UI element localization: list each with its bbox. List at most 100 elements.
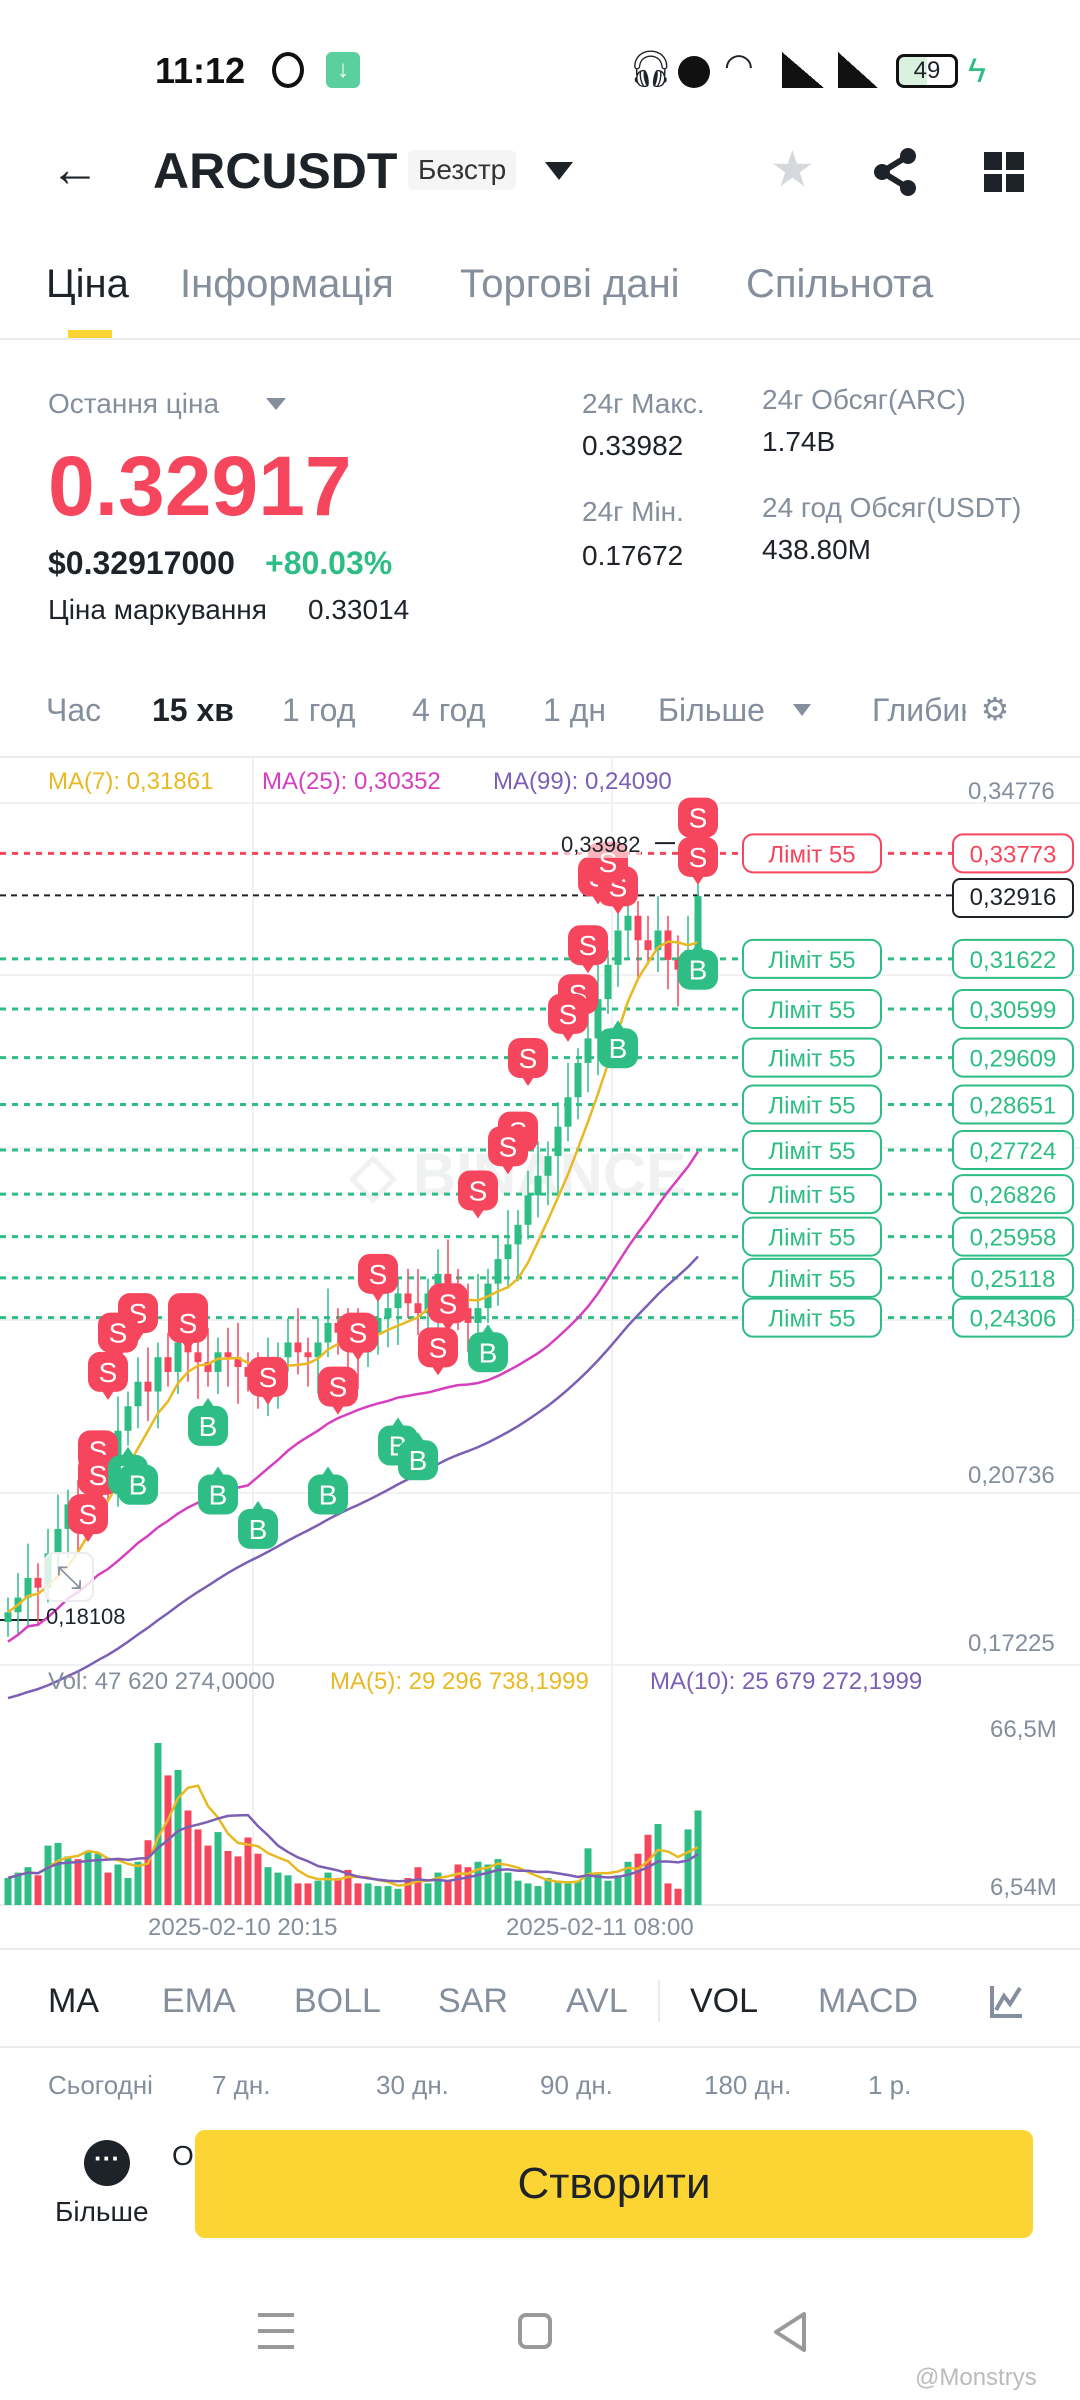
candle-body — [224, 1352, 232, 1358]
tab-trading-data[interactable]: Торгові дані — [460, 262, 680, 307]
favorite-star-icon[interactable]: ★ — [770, 140, 815, 198]
volume-ma10-legend: MA(10): 25 679 272,1999 — [650, 1668, 923, 1695]
divider — [0, 338, 1080, 340]
candlestick-chart[interactable]: ◇ BINANCEЛіміт 55 0,33773Ліміт 55 0,31622Л… — [0, 757, 1080, 1957]
marker-label: S — [439, 1288, 458, 1319]
range-90d[interactable]: 90 дн. — [540, 2070, 613, 2101]
volume-bar — [74, 1859, 82, 1905]
interval-1d[interactable]: 1 дн — [543, 692, 606, 729]
limit-order-tag: Ліміт 55 0,27724 — [742, 1130, 1074, 1171]
marker-label: B — [209, 1480, 228, 1511]
interval-1h[interactable]: 1 год — [282, 692, 355, 729]
interval-4h[interactable]: 4 год — [412, 692, 485, 729]
indicator-vol[interactable]: VOL — [690, 1982, 758, 2021]
fullscreen-icon[interactable]: ⤡ — [44, 1552, 94, 1602]
marker-label: S — [469, 1175, 488, 1206]
limit-order-label: Ліміт 55 — [768, 997, 855, 1024]
sell-marker: S — [678, 836, 718, 885]
create-button[interactable]: Створити — [195, 2130, 1033, 2238]
volume-ma5-line — [7, 1784, 699, 1887]
sell-marker: S — [508, 1038, 548, 1087]
chart-settings-icon[interactable]: ⚙ — [966, 690, 1024, 736]
nav-menu-icon[interactable] — [258, 2313, 294, 2349]
sell-marker: S — [458, 1170, 498, 1219]
volume-tick: 66,5M — [990, 1716, 1057, 1743]
limit-order-price: 0,25958 — [970, 1225, 1057, 1252]
marker-label: S — [109, 1318, 128, 1349]
volume-bar — [394, 1888, 402, 1905]
tab-info[interactable]: Інформація — [180, 262, 394, 307]
candle-body — [644, 940, 652, 951]
limit-order-tag: Ліміт 55 0,33773 — [742, 833, 1074, 874]
nav-back-icon[interactable] — [772, 2312, 808, 2352]
candle-body — [554, 1126, 562, 1157]
sell-marker: S — [568, 925, 608, 974]
tab-price[interactable]: Ціна — [46, 262, 129, 307]
indicator-ema[interactable]: EMA — [162, 1982, 236, 2021]
range-180d[interactable]: 180 дн. — [704, 2070, 791, 2101]
more-icon[interactable]: ··· — [84, 2140, 130, 2186]
limit-order-label: Ліміт 55 — [768, 1306, 855, 1333]
indicator-macd[interactable]: MACD — [818, 1982, 918, 2021]
limit-order-label: Ліміт 55 — [768, 1225, 855, 1252]
last-price-dropdown-icon[interactable] — [266, 398, 286, 410]
volume-bar — [324, 1872, 332, 1905]
interval-more-dropdown-icon[interactable] — [793, 704, 811, 716]
volume-bar — [54, 1842, 62, 1905]
interval-more[interactable]: Більше — [658, 692, 765, 729]
range-7d[interactable]: 7 дн. — [212, 2070, 270, 2101]
limit-order-label: Ліміт 55 — [768, 841, 855, 868]
volume-bar — [244, 1837, 252, 1905]
ma25-legend: MA(25): 0,30352 — [262, 768, 441, 795]
divider — [658, 1980, 660, 2022]
volume-bar — [254, 1853, 262, 1905]
volume-bar — [504, 1872, 512, 1905]
nav-home-icon[interactable] — [518, 2313, 552, 2349]
indicator-boll[interactable]: BOLL — [294, 1982, 381, 2021]
candle-body — [294, 1342, 302, 1353]
indicator-settings-icon[interactable] — [990, 1984, 1024, 2018]
interval-15m[interactable]: 15 хв — [152, 692, 234, 729]
sell-marker: S — [428, 1283, 468, 1332]
range-30d[interactable]: 30 дн. — [376, 2070, 449, 2101]
volume-bar — [204, 1845, 212, 1905]
marker-label: S — [79, 1499, 98, 1530]
limit-order-tag: Ліміт 55 0,26826 — [742, 1174, 1074, 1215]
indicator-sar[interactable]: SAR — [438, 1982, 508, 2021]
volume-bar — [264, 1867, 272, 1905]
range-1y[interactable]: 1 р. — [868, 2070, 911, 2101]
back-arrow-icon[interactable]: ← — [50, 140, 100, 198]
volume-bar — [224, 1851, 232, 1905]
candle-body — [524, 1195, 532, 1225]
sell-marker: S — [548, 993, 588, 1042]
volume-bar — [384, 1886, 392, 1905]
candle-body — [384, 1308, 392, 1318]
symbol-dropdown-icon[interactable] — [545, 162, 573, 180]
more-label[interactable]: Більше — [55, 2196, 149, 2228]
layout-grid-icon[interactable] — [984, 152, 1024, 192]
range-today[interactable]: Сьогодні — [48, 2070, 153, 2101]
volume-bar — [364, 1883, 372, 1905]
last-price-label[interactable]: Остання ціна — [48, 388, 219, 420]
marker-label: S — [429, 1332, 448, 1363]
marker-label: S — [689, 803, 708, 834]
volume-bar — [674, 1888, 682, 1905]
y-tick: 0,20736 — [968, 1462, 1055, 1489]
indicator-avl[interactable]: AVL — [566, 1982, 628, 2021]
wifi-icon: ◠ — [724, 47, 754, 85]
volume-bar — [194, 1829, 202, 1905]
sell-marker: S — [358, 1253, 398, 1302]
volume-bar — [414, 1867, 422, 1905]
indicator-ma[interactable]: MA — [48, 1982, 99, 2021]
tab-community[interactable]: Спільнота — [746, 262, 933, 307]
active-tab-indicator — [68, 330, 112, 338]
symbol-title[interactable]: ARCUSDT — [153, 142, 397, 200]
candle-body — [54, 1528, 62, 1554]
marker-label: S — [329, 1372, 348, 1403]
candle-body — [574, 1062, 582, 1098]
volume-bar — [104, 1872, 112, 1905]
volume-bar — [374, 1886, 382, 1905]
share-icon[interactable] — [872, 148, 920, 196]
interval-time[interactable]: Час — [46, 692, 101, 729]
contract-type-badge: Безстр — [408, 150, 517, 190]
